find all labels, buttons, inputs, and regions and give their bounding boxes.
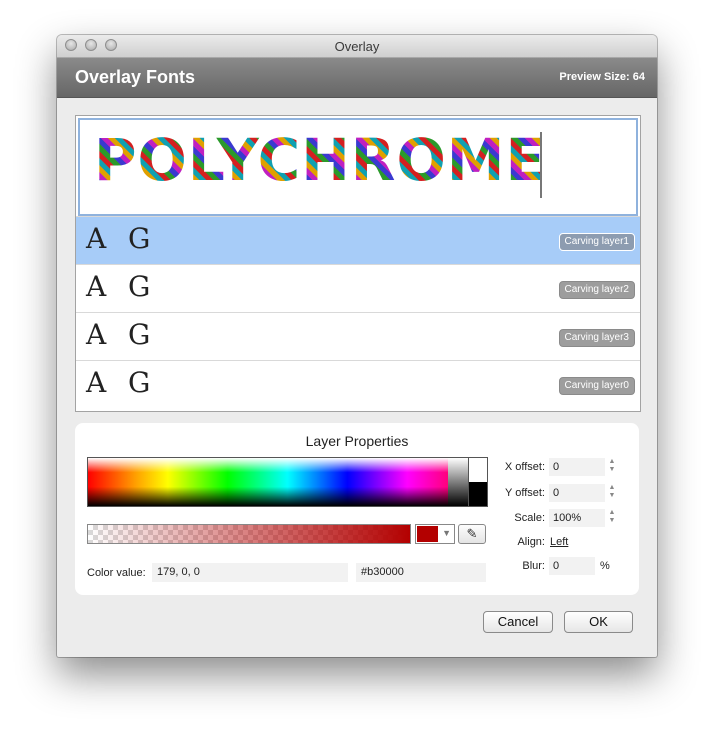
ok-button[interactable]: OK [564, 611, 633, 633]
layer-properties-panel: Layer Properties ▼ ✎ Color value: 179, 0… [75, 423, 639, 595]
y-offset-stepper[interactable]: ▲ ▼ [607, 484, 617, 502]
glyph-g-icon: G [128, 270, 151, 303]
glyph-g-icon: G [128, 222, 151, 255]
preview-size-value: 64 [632, 71, 645, 83]
eyedropper-button[interactable]: ✎ [458, 524, 486, 544]
layer-row[interactable]: A G Carving layer1 [76, 216, 640, 265]
preview-text: POLYCHROME [94, 126, 547, 194]
black-white-swatch[interactable] [468, 457, 488, 507]
window-title: Overlay [334, 39, 380, 54]
layer-badge[interactable]: Carving layer2 [558, 281, 635, 299]
align-link[interactable]: Left [550, 536, 568, 548]
opacity-slider[interactable] [87, 524, 411, 544]
x-offset-field[interactable]: 0 [549, 458, 605, 476]
x-offset-stepper[interactable]: ▲ ▼ [607, 458, 617, 476]
overlay-window: Overlay Overlay Fonts Preview Size: 64 P… [57, 35, 657, 657]
color-spectrum-picker[interactable] [87, 457, 488, 507]
page-title: Overlay Fonts [75, 67, 196, 87]
layer-row[interactable]: A G Carving layer3 [76, 312, 640, 361]
layer-badge[interactable]: Carving layer0 [558, 377, 635, 395]
y-offset-field[interactable]: 0 [549, 484, 605, 502]
color-rgb-field[interactable]: 179, 0, 0 [152, 563, 348, 582]
glyph-g-icon: G [128, 318, 151, 351]
scale-field[interactable]: 100% [549, 509, 605, 527]
eyedropper-icon: ✎ [466, 526, 478, 541]
glyph-a-icon: A [86, 318, 107, 351]
scale-label: Scale: [514, 512, 545, 524]
chevron-down-icon: ▼ [442, 528, 451, 538]
layer-row[interactable]: A G Carving layer2 [76, 264, 640, 313]
current-color-swatch [417, 526, 438, 542]
layer-badge[interactable]: Carving layer1 [558, 233, 635, 251]
y-offset-label: Y offset: [505, 487, 545, 499]
font-layer-list: POLYCHROME A G Carving layer1 A G Carvin… [75, 115, 641, 412]
cancel-button[interactable]: Cancel [483, 611, 553, 633]
glyph-a-icon: A [86, 222, 107, 255]
glyph-a-icon: A [86, 270, 107, 303]
layer-row[interactable]: A G Carving layer0 [76, 360, 640, 409]
glyph-a-icon: A [86, 366, 107, 399]
color-value-label: Color value: [87, 567, 146, 579]
preview-size[interactable]: Preview Size: 64 [559, 71, 645, 83]
preview-text-field[interactable]: POLYCHROME [78, 118, 638, 216]
text-caret [540, 132, 542, 198]
blur-unit: % [600, 560, 610, 572]
blur-field[interactable]: 0 [549, 557, 595, 575]
preview-size-label: Preview Size: [559, 71, 630, 83]
x-offset-label: X offset: [504, 461, 545, 473]
scale-stepper[interactable]: ▲ ▼ [607, 509, 617, 527]
color-well-dropdown[interactable]: ▼ [415, 524, 455, 544]
header-bar: Overlay Fonts Preview Size: 64 [57, 58, 657, 98]
color-hex-field[interactable]: #b30000 [356, 563, 486, 582]
title-bar: Overlay [57, 35, 657, 58]
align-label: Align: [517, 536, 545, 548]
blur-label: Blur: [522, 560, 545, 572]
layer-properties-title: Layer Properties [305, 433, 409, 449]
glyph-g-icon: G [128, 366, 151, 399]
layer-badge[interactable]: Carving layer3 [558, 329, 635, 347]
